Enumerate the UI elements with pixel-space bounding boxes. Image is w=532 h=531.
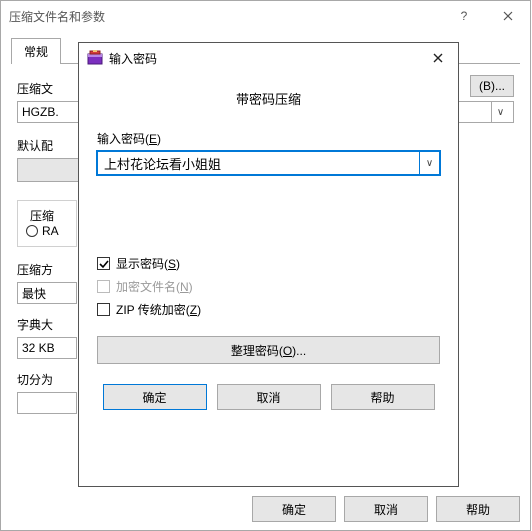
dlg-titlebar: 输入密码 — [79, 43, 458, 73]
help-titlebutton[interactable]: ? — [442, 1, 486, 31]
main-cancel-button[interactable]: 取消 — [344, 496, 428, 522]
password-label: 输入密码(E) — [97, 130, 440, 147]
dlg-title: 输入密码 — [109, 50, 418, 67]
main-title: 压缩文件名和参数 — [9, 8, 442, 25]
checkbox-icon — [97, 280, 110, 293]
password-input[interactable]: 上村花论坛看小姐姐 ∨ — [97, 151, 440, 175]
dlg-body: 带密码压缩 输入密码(E) 上村花论坛看小姐姐 ∨ 显示密码(S) 加密文件名(… — [79, 73, 458, 374]
encrypt-names-checkbox: 加密文件名(N) — [97, 278, 440, 295]
show-password-checkbox[interactable]: 显示密码(S) — [97, 255, 440, 272]
app-icon — [87, 50, 103, 66]
dlg-close-button[interactable] — [418, 43, 458, 73]
format-fieldset: 压缩 RA — [17, 200, 77, 247]
checkbox-icon — [97, 303, 110, 316]
archive-name-value: HGZB. — [22, 105, 59, 119]
main-footer: 确定 取消 帮助 — [252, 496, 520, 522]
close-titlebutton[interactable] — [486, 1, 530, 31]
dlg-ok-button[interactable]: 确定 — [103, 384, 207, 410]
dlg-cancel-button[interactable]: 取消 — [217, 384, 321, 410]
main-titlebar: 压缩文件名和参数 ? — [1, 1, 530, 31]
main-ok-button[interactable]: 确定 — [252, 496, 336, 522]
password-dialog: 输入密码 带密码压缩 输入密码(E) 上村花论坛看小姐姐 ∨ 显示密码(S) 加… — [78, 42, 459, 487]
dlg-heading: 带密码压缩 — [97, 89, 440, 108]
format-legend: 压缩 — [26, 207, 58, 224]
close-icon — [503, 11, 513, 21]
password-value: 上村花论坛看小姐姐 — [98, 154, 419, 173]
split-combo[interactable] — [17, 392, 77, 414]
chevron-down-icon: ∨ — [497, 107, 504, 118]
close-icon — [433, 53, 443, 63]
radio-rar[interactable]: RA — [26, 224, 68, 238]
dict-select[interactable]: 32 KB — [17, 337, 77, 359]
browse-button[interactable]: (B)... — [470, 75, 514, 97]
main-help-button[interactable]: 帮助 — [436, 496, 520, 522]
chevron-down-icon: ∨ — [426, 158, 433, 169]
dlg-help-button[interactable]: 帮助 — [331, 384, 435, 410]
organize-passwords-button[interactable]: 整理密码(O)... — [97, 336, 440, 364]
checkbox-checked-icon — [97, 257, 110, 270]
zip-legacy-checkbox[interactable]: ZIP 传统加密(Z) — [97, 301, 440, 318]
dlg-footer: 确定 取消 帮助 — [79, 374, 458, 424]
method-select[interactable]: 最快 — [17, 282, 77, 304]
tab-general[interactable]: 常规 — [11, 38, 61, 64]
